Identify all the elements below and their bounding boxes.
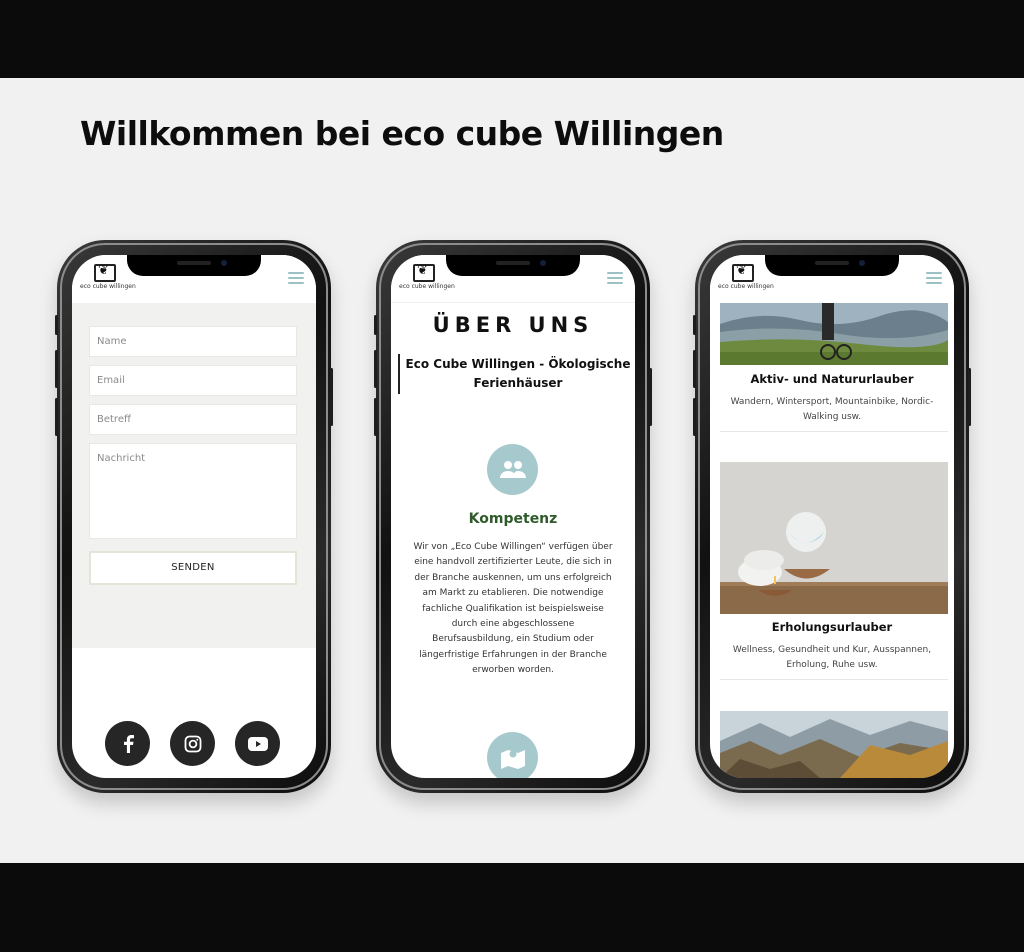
instagram-icon[interactable] — [170, 721, 215, 766]
phone-contact-form: eco cube willingen Name Email Betreff Na… — [55, 240, 333, 793]
send-button[interactable]: SENDEN — [89, 551, 297, 585]
logo-cube-icon — [94, 263, 116, 282]
mountains-photo — [720, 711, 948, 778]
logo[interactable]: eco cube willingen — [399, 263, 455, 290]
youtube-icon[interactable] — [235, 721, 280, 766]
logo-cube-icon — [732, 263, 754, 282]
contact-form: Name Email Betreff Nachricht SENDEN — [72, 303, 316, 648]
menu-icon[interactable] — [288, 272, 304, 285]
card-text: Wellness, Gesundheit und Kur, Ausspannen… — [732, 645, 932, 670]
menu-icon[interactable] — [926, 272, 942, 285]
feature-text: Wir von „Eco Cube Willingen“ verfügen üb… — [413, 542, 613, 676]
map-pin-icon — [487, 732, 538, 778]
phone-screen: eco cube willingen Aktiv- und Natururlau… — [710, 255, 954, 778]
feature-title: Kompetenz — [468, 511, 558, 527]
logo[interactable]: eco cube willingen — [80, 263, 136, 290]
card-text: Wandern, Wintersport, Mountainbike, Nord… — [730, 397, 934, 422]
page-title: Willkommen bei eco cube Willingen — [80, 114, 724, 153]
mountainbike-photo — [720, 302, 948, 365]
menu-icon[interactable] — [607, 272, 623, 285]
top-letterbox — [0, 0, 1024, 78]
logo-cube-icon — [413, 263, 435, 282]
showcase-stage: Willkommen bei eco cube Willingen eco cu… — [0, 78, 1024, 863]
logo[interactable]: eco cube willingen — [718, 263, 774, 290]
facebook-icon[interactable] — [105, 721, 150, 766]
name-field[interactable]: Name — [89, 326, 297, 357]
section-heading: ÜBER UNS — [432, 313, 594, 337]
people-icon — [487, 444, 538, 495]
phone-target-groups: eco cube willingen Aktiv- und Natururlau… — [693, 240, 971, 793]
bottom-letterbox — [0, 863, 1024, 952]
phone-screen: eco cube willingen ÜBER UNS Eco Cube Wil… — [391, 255, 635, 778]
card-title: Aktiv- und Natururlauber — [750, 372, 914, 386]
card-title: Erholungsurlauber — [771, 620, 893, 634]
subject-field[interactable]: Betreff — [89, 404, 297, 435]
phone-about-us: eco cube willingen ÜBER UNS Eco Cube Wil… — [374, 240, 652, 793]
email-field[interactable]: Email — [89, 365, 297, 396]
phone-screen: eco cube willingen Name Email Betreff Na… — [72, 255, 316, 778]
message-field[interactable]: Nachricht — [89, 443, 297, 539]
section-subtitle: Eco Cube Willingen - Ökologische Ferienh… — [405, 357, 631, 390]
wellness-photo — [720, 462, 948, 614]
